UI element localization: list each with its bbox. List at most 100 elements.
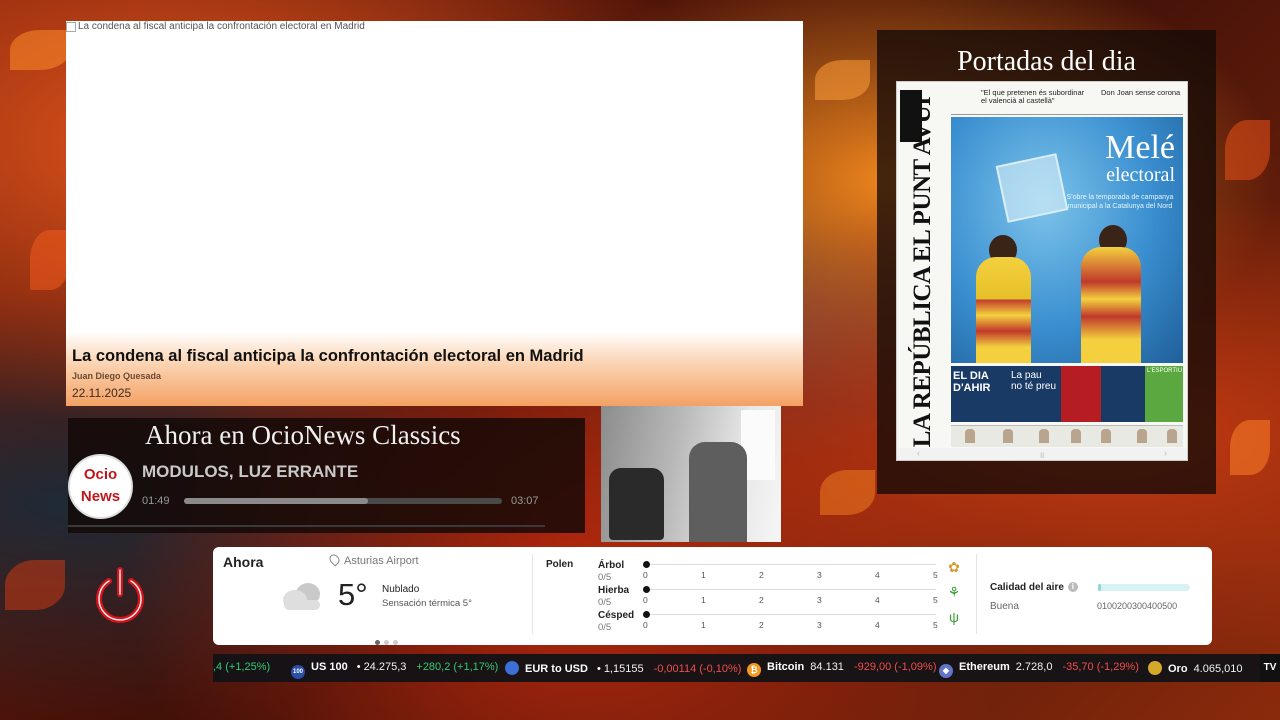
newspaper-cover-photo: Melé electoral S'obre la temporada de ca… — [951, 117, 1183, 363]
ticker-price: 2.728,0 — [1015, 661, 1053, 673]
newspaper-top-right-headline: Don Joan sense corona — [1101, 88, 1181, 97]
cover-title-line-1: Melé — [1105, 129, 1175, 166]
tradingview-logo[interactable]: TV — [1260, 654, 1280, 682]
newspaper-sport-block: L'ESPORTIU — [1145, 366, 1183, 422]
pollen-tick-label: 4 — [875, 570, 880, 580]
pager-dot[interactable] — [375, 640, 380, 645]
air-quality-status: Buena — [990, 601, 1019, 612]
pager-dot[interactable] — [393, 640, 398, 645]
dia-line-2: D'AHIR — [953, 382, 991, 395]
background-leaf — [820, 470, 875, 515]
player-image — [976, 257, 1031, 363]
ethereum-icon: ◆ — [939, 664, 953, 678]
pollen-tick-label: 4 — [875, 595, 880, 605]
location-pin-icon — [327, 552, 342, 567]
pollen-tick-label: 0 — [643, 595, 648, 605]
footer-portrait — [1167, 429, 1177, 443]
headline-image-alt: La condena al fiscal anticipa la confron… — [66, 21, 365, 32]
footer-portrait — [1003, 429, 1013, 443]
newspaper-nav-bar: ‹ ॥ › — [897, 448, 1187, 460]
footer-portrait — [1071, 429, 1081, 443]
pollen-level-dot — [643, 586, 650, 593]
currency-flag-icon — [505, 661, 519, 675]
pollen-level-dot — [643, 561, 650, 568]
headline-card[interactable]: La condena al fiscal anticipa la confron… — [66, 21, 803, 406]
pollen-tick-label: 0 — [643, 570, 648, 580]
air-quality-bar — [1098, 584, 1190, 591]
weather-temperature: 5° — [338, 577, 368, 612]
ticker-item[interactable]: ,4 (+1,25%) — [213, 661, 270, 673]
next-arrow-icon[interactable]: › — [1164, 448, 1167, 458]
newspaper-bottom-block: EL DIA D'AHIR La pau no té preu L'ESPORT… — [951, 366, 1183, 422]
gold-icon — [1148, 661, 1162, 675]
pollen-tick-label: 1 — [701, 570, 706, 580]
pollen-level-dot — [643, 611, 650, 618]
tree-pollen-icon: ✿ — [948, 559, 960, 575]
pollen-row-score: 0/5 — [598, 572, 612, 583]
broken-image-icon — [66, 22, 76, 32]
ticker-item[interactable]: EUR to USD • 1,15155 -0,00114 (-0,10%) — [505, 661, 741, 675]
newspaper-cover[interactable]: LA REPÚBLICA EL PUNT AVUI "El que preten… — [896, 81, 1188, 461]
footer-portrait — [1101, 429, 1111, 443]
pollen-tick-label: 5 — [933, 570, 938, 580]
pollen-row-tree: Árbol 0/5 0 1 2 3 4 5 ✿ — [598, 559, 960, 584]
ticker-item[interactable]: ₿ Bitcoin 84.131 -929,00 (-1,09%) — [747, 661, 936, 677]
footer-portrait — [1039, 429, 1049, 443]
ticker-change: +280,2 (+1,17%) — [416, 661, 499, 673]
pau-line-1: La pau — [1011, 370, 1042, 381]
pollen-row-lawn: Césped 0/5 0 1 2 3 4 5 ψ — [598, 609, 959, 634]
ticker-change: -0,00114 (-0,10%) — [653, 663, 742, 675]
air-quality-title: Calidad del aire i — [990, 582, 1078, 593]
info-icon[interactable]: i — [1067, 582, 1078, 592]
weather-widget[interactable]: Ahora Asturias Airport 5° Nublado Sensac… — [213, 547, 1212, 645]
radio-time-total: 03:07 — [511, 495, 539, 507]
air-quality-label: Calidad del aire — [990, 582, 1064, 593]
ticker-change: ,4 (+1,25%) — [213, 661, 271, 673]
weather-separator — [976, 554, 977, 634]
radio-divider — [68, 525, 545, 527]
newspaper-masthead-text: LA REPÚBLICA EL PUNT AVUI — [909, 96, 936, 448]
pollen-row-label: Césped — [598, 610, 635, 621]
newspaper-cover-headline: Melé electoral — [1105, 129, 1175, 186]
pollen-tick-label: 3 — [817, 620, 822, 630]
power-icon[interactable] — [94, 567, 146, 625]
portadas-title: Portadas del dia — [957, 46, 1136, 77]
pollen-tick-label: 3 — [817, 595, 822, 605]
headline-title[interactable]: La condena al fiscal anticipa la confron… — [72, 347, 584, 366]
ticker-name: Ethereum — [959, 661, 1010, 673]
newspaper-pau-label: La pau no té preu — [1011, 370, 1056, 392]
cloudy-icon — [280, 581, 324, 611]
weather-pager[interactable] — [375, 632, 402, 650]
ticker-item[interactable]: Oro 4.065,010 — [1148, 661, 1253, 675]
headline-author: Juan Diego Quesada — [72, 371, 162, 381]
pause-icon[interactable]: ॥ — [1039, 448, 1044, 460]
market-ticker[interactable]: ,4 (+1,25%) 100 US 100 • 24.275,3 +280,2 (+1… — [213, 654, 1280, 682]
pollen-tick-label: 2 — [759, 570, 764, 580]
ticker-price: 4.065,010 — [1193, 663, 1243, 675]
pollen-tick-label: 1 — [701, 595, 706, 605]
pollen-tick-label: 2 — [759, 620, 764, 630]
newspaper-dia-label: EL DIA D'AHIR — [953, 370, 990, 394]
pollen-tick-label: 2 — [759, 595, 764, 605]
cover-title-line-2: electoral — [1106, 164, 1175, 186]
nasdaq-icon: 100 — [291, 665, 305, 679]
pager-dot[interactable] — [384, 640, 389, 645]
pollen-tick-label: 4 — [875, 620, 880, 630]
radio-progress-bar[interactable] — [184, 498, 502, 504]
pollen-tick-label: 0 — [643, 620, 648, 630]
pollen-track — [646, 564, 936, 565]
webcam-feed — [601, 406, 781, 542]
air-quality-bar-fill — [1098, 584, 1101, 591]
background-leaf — [30, 230, 70, 290]
footer-portrait — [965, 429, 975, 443]
pollen-track — [646, 589, 936, 590]
weather-condition: Nublado — [382, 584, 420, 595]
ticker-change: -929,00 (-1,09%) — [853, 661, 937, 673]
background-leaf — [5, 560, 65, 610]
prev-arrow-icon[interactable]: ‹ — [917, 448, 920, 458]
weather-location[interactable]: Asturias Airport — [327, 552, 419, 567]
ticker-item[interactable]: 100 US 100 • 24.275,3 +280,2 (+1,17%) — [291, 661, 498, 679]
weather-separator — [532, 554, 533, 634]
ticker-item[interactable]: ◆ Ethereum 2.728,0 -35,70 (-1,29%) — [939, 661, 1139, 678]
pollen-title: Polen — [546, 559, 574, 570]
